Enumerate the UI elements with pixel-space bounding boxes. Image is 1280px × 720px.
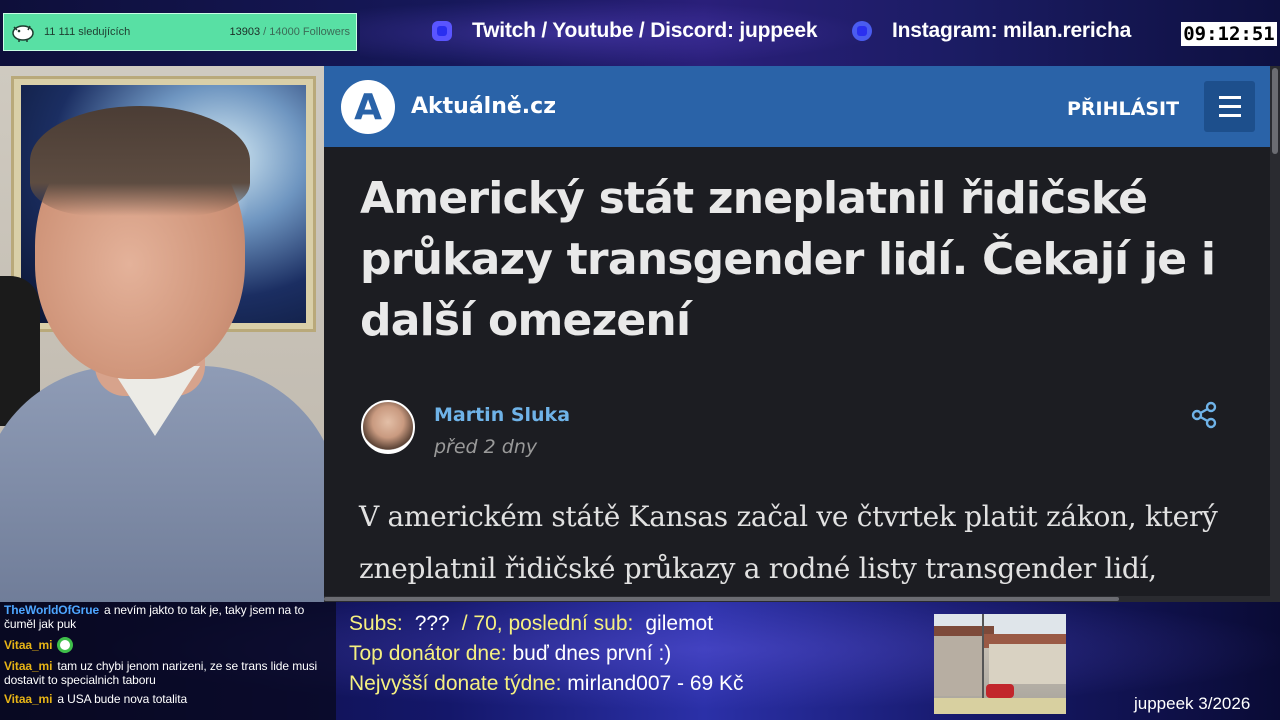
subs-label: Subs:	[349, 612, 403, 635]
social-twitch: Twitch / Youtube / Discord: juppeek	[432, 19, 818, 43]
logo-letter: A	[354, 86, 382, 128]
chat-message: Vitaa_mi a USA bude nova totalita	[4, 692, 332, 706]
chat-username: Vitaa_mi	[4, 638, 53, 652]
top-bar: 11 111 sledujících 13903 / 14000 Followe…	[0, 0, 1280, 66]
top-donor-line: Top donátor dne: buď dnes první :)	[349, 639, 744, 669]
follower-goal-label: 11 111 sledujících	[44, 26, 131, 38]
social-instagram: Instagram: milan.rericha	[852, 19, 1131, 43]
webcam-feed	[0, 66, 324, 602]
share-icon[interactable]	[1190, 401, 1218, 429]
green-blob-emote-icon	[57, 637, 74, 653]
subs-goal-text: / 70, poslední sub:	[461, 612, 634, 635]
follower-goal-count: 13903 / 14000 Followers	[230, 26, 350, 38]
stream-stats: Subs:??? / 70, poslední sub: gilemot Top d…	[349, 609, 744, 699]
site-header: A Aktuálně.cz PŘIHLÁSIT	[324, 66, 1270, 147]
article-date: před 2 dny	[434, 436, 538, 458]
author-name[interactable]: Martin Sluka	[434, 404, 570, 426]
subs-line: Subs:??? / 70, poslední sub: gilemot	[349, 609, 744, 639]
last-sub: gilemot	[645, 612, 714, 635]
weekly-top-line: Nejvyšší donate týdne: mirland007 - 69 K…	[349, 669, 744, 699]
social-instagram-text: Instagram: milan.rericha	[892, 19, 1132, 42]
vertical-scrollbar[interactable]	[1270, 66, 1280, 602]
weekly-top-value: mirland007 - 69 Kč	[567, 672, 744, 695]
weekly-top-label: Nejvyšší donate týdne:	[349, 672, 562, 695]
chat-username: TheWorldOfGrue	[4, 603, 100, 617]
follower-goal-target: / 14000 Followers	[263, 26, 350, 38]
login-button[interactable]: PŘIHLÁSIT	[1067, 98, 1179, 120]
follower-goal-widget: 11 111 sledujících 13903 / 14000 Followe…	[3, 13, 357, 51]
chat-username: Vitaa_mi	[4, 692, 53, 706]
top-donor-value: buď dnes první :)	[512, 642, 672, 665]
chat-username: Vitaa_mi	[4, 659, 53, 673]
streamer-hair	[30, 106, 250, 216]
chat-message: TheWorldOfGrue a nevím jakto to tak je, t…	[4, 603, 332, 631]
social-twitch-text: Twitch / Youtube / Discord: juppeek	[472, 19, 818, 42]
instagram-icon	[852, 21, 872, 41]
hamburger-menu-button[interactable]	[1204, 81, 1255, 132]
stream-overlay: 11 111 sledujících 13903 / 14000 Followe…	[0, 0, 1280, 720]
browser-view: A Aktuálně.cz PŘIHLÁSIT Americký stát zn…	[324, 66, 1280, 602]
chat-message: Vitaa_mi tam uz chybi jenom narizeni, ze …	[4, 659, 332, 687]
chat-message: Vitaa_mi	[4, 637, 332, 653]
hamburger-icon	[1218, 96, 1241, 99]
clock: 09:12:51	[1181, 22, 1277, 46]
twitch-icon	[432, 21, 452, 41]
site-brand[interactable]: Aktuálně.cz	[411, 94, 556, 119]
chat-panel: TheWorldOfGrue a nevím jakto to tak je, t…	[0, 602, 336, 720]
chat-text: a USA bude nova totalita	[57, 692, 188, 706]
follower-goal-current: 13903	[229, 26, 261, 38]
stream-stamp: juppeek 3/2026	[1134, 694, 1251, 713]
article-body: V americkém státě Kansas začal ve čtvrte…	[359, 500, 1218, 585]
street-camera-view	[934, 614, 1066, 714]
article-headline: Americký stát zneplatnil řidičské průkaz…	[360, 173, 1216, 346]
top-donor-label: Top donátor dne:	[349, 642, 507, 665]
subs-value: ???	[414, 612, 450, 635]
site-logo[interactable]: A	[341, 80, 395, 134]
author-avatar[interactable]	[361, 400, 415, 454]
piggy-icon	[12, 25, 34, 42]
